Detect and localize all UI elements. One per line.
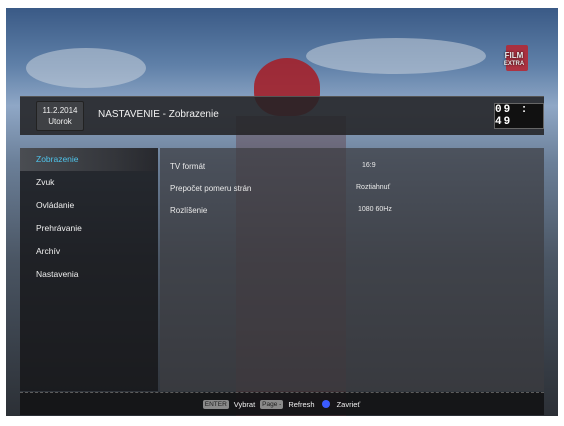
page-key-badge: Page - — [260, 399, 284, 409]
enter-action-label: Vybrat — [233, 399, 256, 409]
setting-value: Roztiahnuť — [356, 184, 391, 191]
day-text: Utorok — [48, 117, 72, 126]
background-cloud — [306, 38, 486, 74]
footer-hint-bar: ENTER Vybrat Page - Refresh Zavrieť — [20, 392, 544, 415]
clock: 09 : 49 — [494, 103, 544, 129]
sidebar-item-zobrazenie[interactable]: Zobrazenie — [20, 148, 158, 171]
settings-sidebar: Zobrazenie Zvuk Ovládanie Prehrávanie Ar… — [20, 148, 158, 391]
setting-value: 1080 60Hz — [358, 206, 392, 213]
menu-header: 11.2.2014 Utorok NASTAVENIE - Zobrazenie… — [20, 96, 544, 135]
channel-logo-line1: FILM — [504, 51, 524, 60]
page-title: NASTAVENIE - Zobrazenie — [98, 109, 219, 120]
channel-logo: FILM EXTRA — [492, 44, 536, 76]
date-text: 11.2.2014 — [42, 106, 78, 115]
channel-logo-line2: EXTRA — [503, 61, 525, 67]
setting-label: Prepočet pomeru strán — [170, 184, 252, 193]
sidebar-item-prehravanie[interactable]: Prehrávanie — [20, 217, 158, 240]
page-action-label: Refresh — [288, 399, 315, 409]
setting-row-aspect-ratio[interactable]: Prepočet pomeru strán Roztiahnuť — [170, 184, 410, 202]
sidebar-item-zvuk[interactable]: Zvuk — [20, 171, 158, 194]
setting-row-tv-format[interactable]: TV formát 16:9 — [170, 162, 410, 180]
setting-label: TV formát — [170, 162, 206, 171]
setting-value: 16:9 — [362, 162, 376, 169]
settings-content: TV formát 16:9 Prepočet pomeru strán Roz… — [160, 148, 544, 391]
enter-key-badge: ENTER — [202, 399, 229, 409]
setting-label: Rozlíšenie — [170, 206, 208, 215]
setting-row-resolution[interactable]: Rozlíšenie 1080 60Hz — [170, 206, 410, 224]
sidebar-item-ovladanie[interactable]: Ovládanie — [20, 194, 158, 217]
sidebar-item-nastavenia[interactable]: Nastavenia — [20, 263, 158, 286]
sidebar-item-archiv[interactable]: Archív — [20, 240, 158, 263]
blue-button-icon — [321, 400, 330, 408]
close-action-label: Zavrieť — [336, 399, 361, 409]
date-box: 11.2.2014 Utorok — [36, 101, 84, 131]
settings-menu-window: 11.2.2014 Utorok NASTAVENIE - Zobrazenie… — [20, 96, 544, 415]
tv-screen: FILM EXTRA 11.2.2014 Utorok NASTAVENIE -… — [6, 8, 558, 416]
background-cloud — [26, 48, 146, 88]
